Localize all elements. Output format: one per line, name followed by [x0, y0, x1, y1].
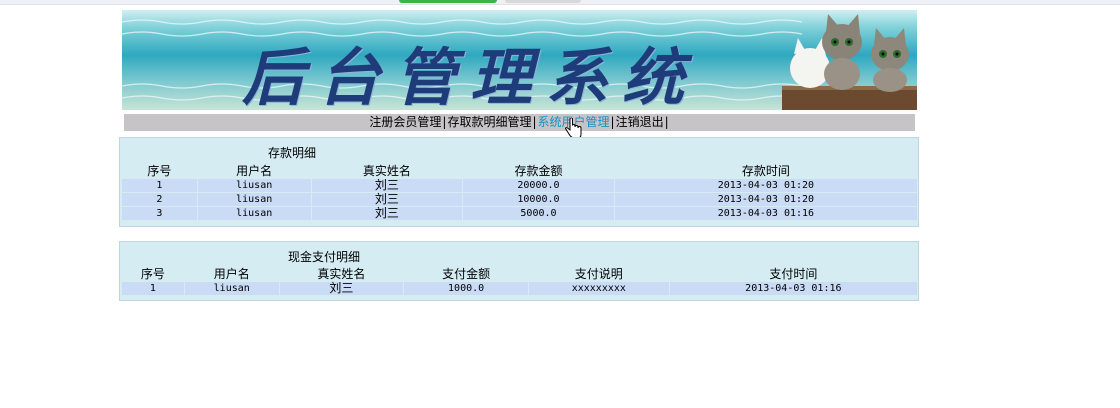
payment-table: 序号 用户名 真实姓名 支付金额 支付说明 支付时间 1 liusan 刘三 1… — [121, 266, 918, 296]
table-row: 1 liusan 刘三 1000.0 xxxxxxxxx 2013-04-03 … — [122, 282, 917, 295]
column-header: 真实姓名 — [317, 267, 366, 281]
column-header: 序号 — [140, 267, 165, 281]
table-header-row: 序号 用户名 真实姓名 支付金额 支付说明 支付时间 — [122, 267, 917, 281]
table-cell: 1000.0 — [404, 282, 528, 295]
deposit-table: 序号 用户名 真实姓名 存款金额 存款时间 1 liusan 刘三 20000.… — [121, 163, 918, 221]
table-cell: 刘三 — [311, 207, 463, 220]
table-cell: 1 — [122, 282, 184, 295]
deposit-details-panel: 存款明细 序号 用户名 真实姓名 存款金额 存款时间 1 liusan 刘三 2… — [119, 137, 919, 227]
table-cell: 1 — [122, 179, 197, 192]
table-cell: 3 — [122, 207, 197, 220]
column-header: 用户名 — [236, 164, 273, 178]
nav-separator: | — [664, 115, 669, 129]
column-header: 真实姓名 — [362, 164, 411, 178]
column-header: 用户名 — [213, 267, 250, 281]
table-cell: 2013-04-03 01:16 — [614, 207, 917, 220]
deposit-details-title: 存款明细 — [268, 146, 317, 160]
table-cell: liusan — [184, 282, 279, 295]
cash-payment-details-title: 现金支付明细 — [288, 250, 361, 264]
table-cell: liusan — [197, 193, 311, 206]
table-cell: 20000.0 — [463, 179, 614, 192]
table-cell: 2013-04-03 01:16 — [669, 282, 917, 295]
nav-transaction-management[interactable]: 存取款明细管理 — [447, 115, 531, 129]
table-cell: xxxxxxxxx — [528, 282, 669, 295]
column-header: 支付说明 — [574, 267, 623, 281]
browser-gray-button[interactable] — [505, 0, 581, 3]
cash-payment-details-panel: 现金支付明细 序号 用户名 真实姓名 支付金额 支付说明 支付时间 1 lius… — [119, 241, 919, 301]
table-row: 1 liusan 刘三 20000.0 2013-04-03 01:20 — [122, 179, 917, 192]
nav-member-management[interactable]: 注册会员管理 — [369, 115, 441, 129]
table-cell: 2 — [122, 193, 197, 206]
table-row: 2 liusan 刘三 10000.0 2013-04-03 01:20 — [122, 193, 917, 206]
table-cell: 2013-04-03 01:20 — [614, 193, 917, 206]
table-cell: 10000.0 — [463, 193, 614, 206]
table-header-row: 序号 用户名 真实姓名 存款金额 存款时间 — [122, 164, 917, 178]
table-cell: 2013-04-03 01:20 — [614, 179, 917, 192]
column-header: 序号 — [147, 164, 172, 178]
browser-green-button[interactable] — [399, 0, 497, 3]
table-cell: 刘三 — [279, 282, 404, 295]
table-cell: 5000.0 — [463, 207, 614, 220]
column-header: 支付时间 — [769, 267, 818, 281]
table-cell: 刘三 — [311, 179, 463, 192]
column-header: 支付金额 — [442, 267, 491, 281]
header-banner: 后台管理系统 — [122, 10, 917, 110]
cats-image — [782, 14, 917, 110]
table-cell: 刘三 — [311, 193, 463, 206]
table-cell: liusan — [197, 207, 311, 220]
main-nav: 注册会员管理|存取款明细管理|系统用户管理|注销退出| — [124, 114, 915, 131]
column-header: 存款金额 — [514, 164, 563, 178]
nav-logout[interactable]: 注销退出 — [616, 115, 664, 129]
browser-top-strip — [0, 0, 1120, 5]
table-row: 3 liusan 刘三 5000.0 2013-04-03 01:16 — [122, 207, 917, 220]
column-header: 存款时间 — [741, 164, 790, 178]
table-cell: liusan — [197, 179, 311, 192]
banner-title: 后台管理系统 — [242, 41, 699, 110]
